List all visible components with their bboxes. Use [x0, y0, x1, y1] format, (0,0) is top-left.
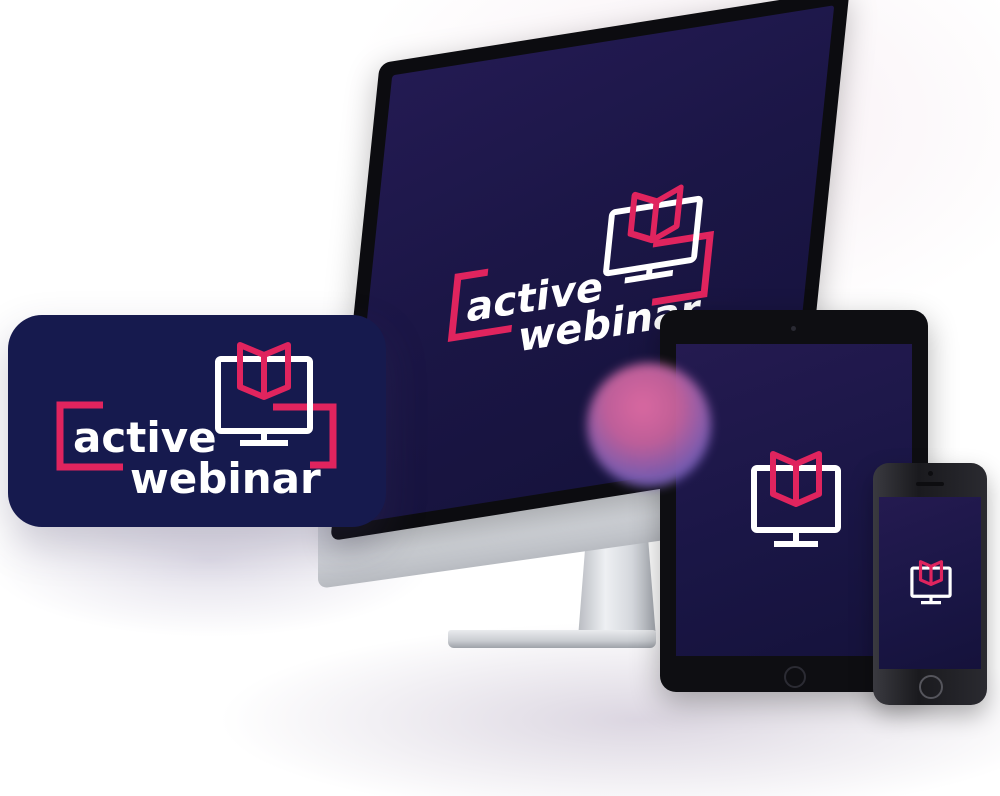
- phone-device: [873, 463, 987, 705]
- book-icon: [918, 560, 944, 587]
- phone-screen: [879, 497, 981, 669]
- book-icon: [770, 451, 822, 507]
- phone-speaker: [916, 482, 944, 486]
- tablet-camera: [791, 326, 796, 331]
- tablet-logo-mark: [751, 451, 841, 547]
- phone-home-button: [919, 675, 943, 699]
- phone-camera: [928, 471, 933, 476]
- badge-logo: active webinar: [56, 342, 337, 503]
- logo-word-webinar: webinar: [130, 454, 321, 503]
- monitor-base: [448, 630, 656, 648]
- phone-logo-mark: [910, 560, 952, 605]
- tablet-home-button: [784, 666, 806, 688]
- brand-badge: active webinar: [8, 315, 386, 527]
- book-icon: [237, 342, 291, 400]
- book-icon: [627, 184, 684, 244]
- gradient-orb: [587, 363, 711, 487]
